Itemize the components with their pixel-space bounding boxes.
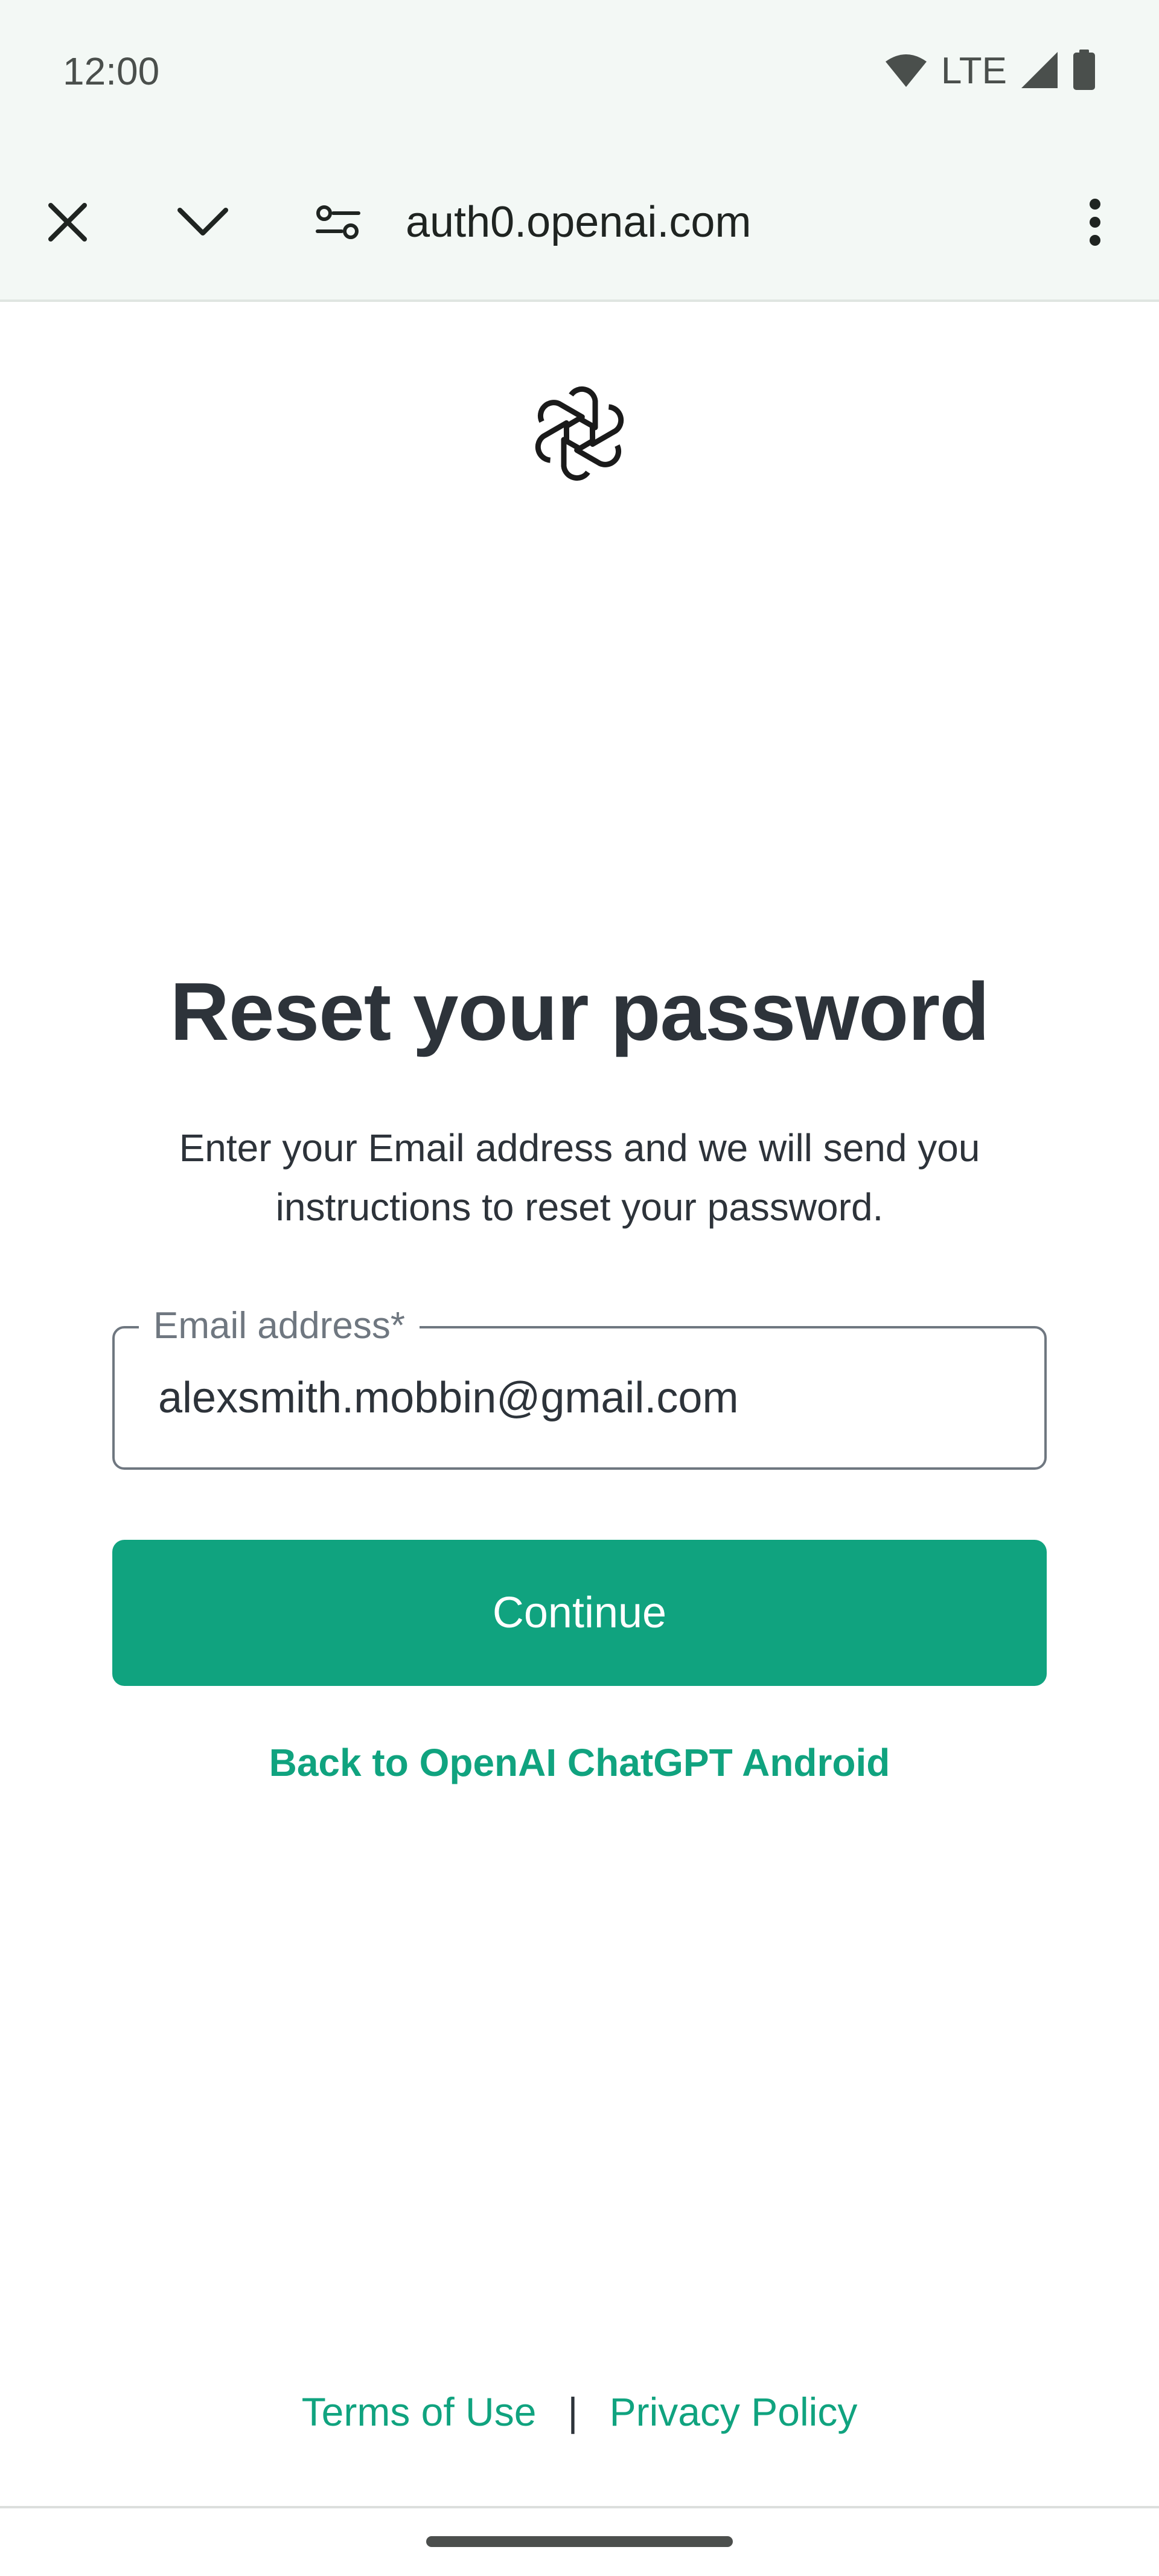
more-vert-icon[interactable] [1059,186,1131,258]
continue-button[interactable]: Continue [112,1540,1047,1686]
status-bar: 12:00 LTE [0,0,1159,145]
terms-of-use-link[interactable]: Terms of Use [302,2384,537,2440]
navigation-bar-divider [0,2506,1159,2508]
openai-logo [531,385,628,482]
email-input[interactable] [158,1371,991,1425]
status-icons: LTE [884,48,1096,94]
signal-icon [1020,51,1059,92]
footer: Terms of Use | Privacy Policy [0,2384,1159,2440]
chevron-down-icon[interactable] [167,186,239,258]
status-time: 12:00 [63,50,160,93]
site-settings-icon[interactable] [302,186,374,258]
footer-separator: | [567,2389,578,2434]
email-field-label: Email address* [139,1299,420,1353]
privacy-policy-link[interactable]: Privacy Policy [610,2384,858,2440]
browser-toolbar: auth0.openai.com [0,145,1159,302]
back-to-app-link[interactable]: Back to OpenAI ChatGPT Android [0,1735,1159,1790]
network-type-label: LTE [940,50,1007,92]
address-bar-url[interactable]: auth0.openai.com [406,196,751,249]
home-indicator[interactable] [426,2536,733,2547]
email-field[interactable]: Email address* [112,1299,1047,1470]
wifi-icon [884,52,928,91]
page-description: Enter your Email address and we will sen… [179,1126,980,1229]
close-icon[interactable] [31,186,104,258]
page-title: Reset your password [170,966,990,1057]
battery-icon [1072,49,1096,94]
